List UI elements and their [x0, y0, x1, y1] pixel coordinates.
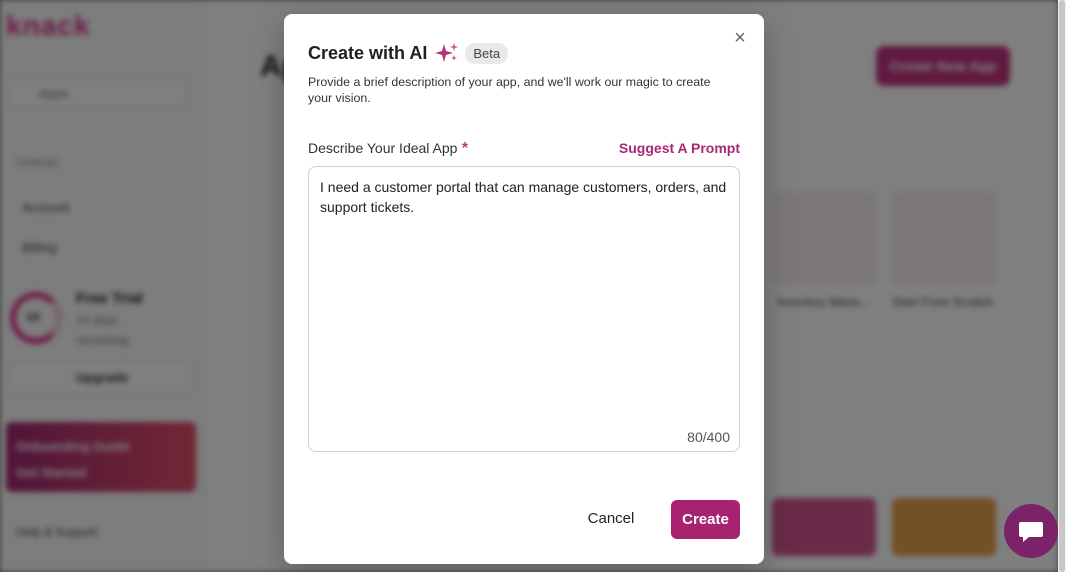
suggest-prompt-link[interactable]: Suggest A Prompt: [619, 140, 740, 156]
dialog-title: Create with AI: [308, 42, 428, 63]
sparkle-icon: [435, 43, 459, 62]
textarea-value[interactable]: I need a customer portal that can manage…: [320, 177, 730, 217]
beta-badge: Beta: [465, 42, 509, 64]
field-label: Describe Your Ideal App: [308, 140, 458, 156]
scrollbar-thumb[interactable]: [1059, 0, 1065, 572]
chat-icon: [1019, 522, 1043, 542]
create-with-ai-dialog: Create with AI Beta × Provide a brief de…: [284, 14, 764, 564]
cancel-button[interactable]: Cancel: [572, 500, 650, 538]
dialog-header: Create with AI Beta: [308, 42, 509, 64]
create-button[interactable]: Create: [671, 500, 740, 539]
dialog-description: Provide a brief description of your app,…: [308, 75, 711, 105]
close-icon[interactable]: ×: [730, 28, 750, 48]
app-description-textarea[interactable]: I need a customer portal that can manage…: [308, 166, 740, 452]
character-count: 80/400: [687, 429, 730, 445]
chat-launcher-button[interactable]: [1004, 504, 1058, 558]
required-indicator: *: [461, 140, 469, 157]
field-label-row: Describe Your Ideal App * Suggest A Prom…: [308, 140, 740, 158]
